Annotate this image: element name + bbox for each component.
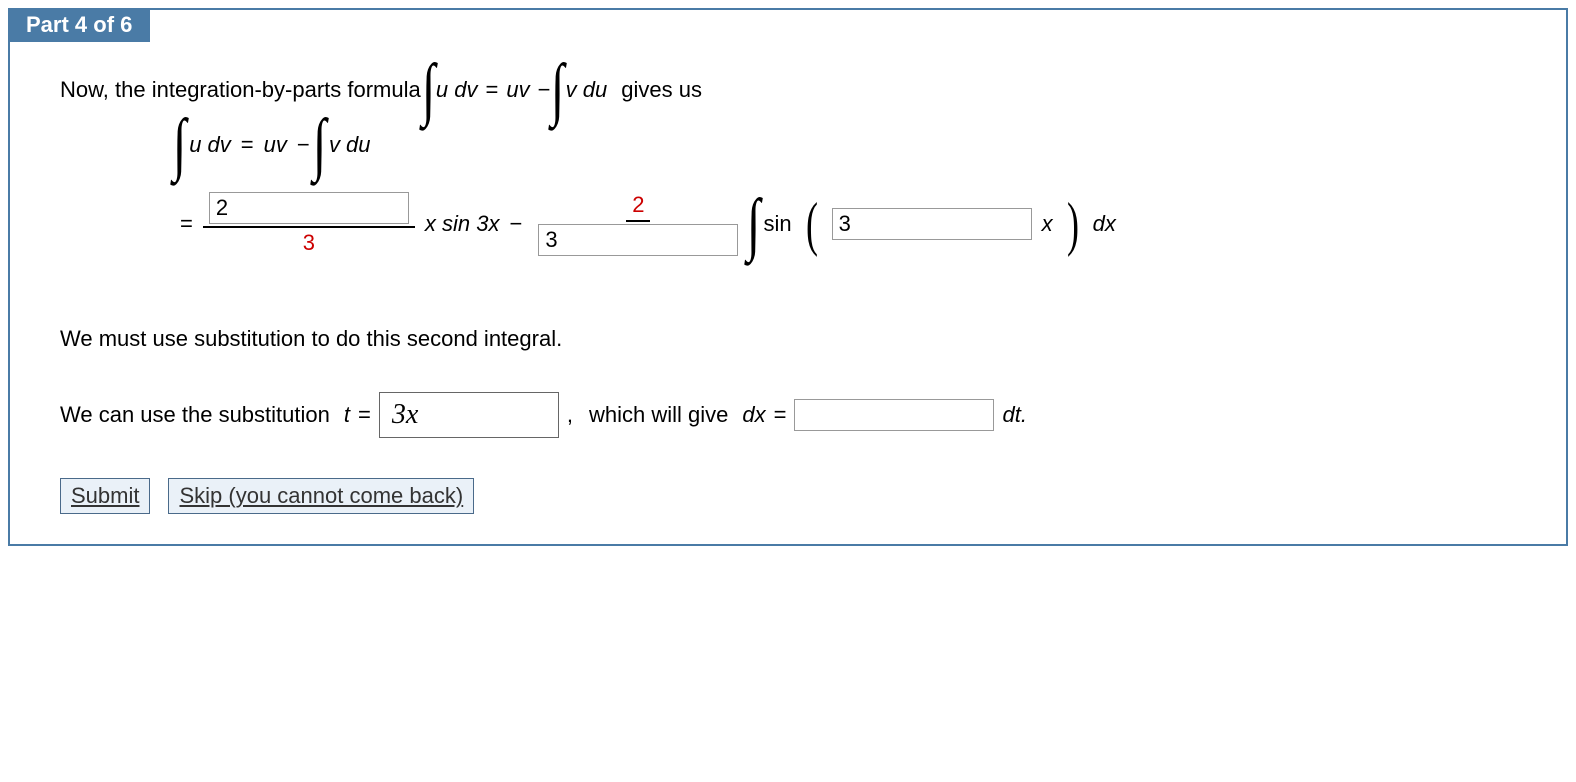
eq-sign: =: [180, 211, 193, 237]
substitution-line: We can use the substitution t = 3x , whi…: [60, 392, 1526, 438]
answer-input-dx[interactable]: [794, 399, 994, 431]
intro-minus: −: [538, 77, 551, 103]
question-content: Now, the integration-by-parts formula ∫ …: [10, 42, 1566, 544]
question-panel: Part 4 of 6 Now, the integration-by-part…: [8, 8, 1568, 546]
formula-udv: u dv: [189, 132, 231, 158]
sub-text-before: We can use the substitution: [60, 402, 330, 428]
fraction-2: 2: [532, 192, 744, 256]
formula-uv: uv: [264, 132, 287, 158]
formula-vdu: v du: [329, 132, 371, 158]
button-row: Submit Skip (you cannot come back): [60, 478, 1526, 514]
answer-input-3[interactable]: [832, 208, 1032, 240]
integral-icon: ∫: [747, 207, 760, 242]
fraction1-denom: 3: [297, 228, 321, 256]
intro-text-after: gives us: [621, 77, 702, 103]
equation-row: = 3 x sin 3x − 2 ∫ sin ( x ) dx: [180, 192, 1526, 256]
open-paren-icon: (: [806, 206, 818, 242]
integral-icon: ∫: [173, 127, 186, 162]
fraction2-num: 2: [626, 192, 650, 222]
sub-box-value: 3x: [392, 399, 418, 431]
answer-input-1[interactable]: [209, 192, 409, 224]
intro-vdu: v du: [566, 77, 608, 103]
t-var: t: [344, 402, 350, 428]
dx-text: dx: [1093, 211, 1116, 237]
skip-button[interactable]: Skip (you cannot come back): [168, 478, 474, 514]
sub-eq: =: [358, 402, 371, 428]
minus-sign: −: [509, 211, 522, 237]
intro-uv: uv: [506, 77, 529, 103]
integral-icon: ∫: [313, 127, 326, 162]
dx-var: dx: [742, 402, 765, 428]
fraction-1: 3: [203, 192, 415, 256]
dt-text: dt.: [1002, 402, 1026, 428]
submit-button[interactable]: Submit: [60, 478, 150, 514]
intro-text-before: Now, the integration-by-parts formula: [60, 77, 421, 103]
formula-minus: −: [297, 132, 310, 158]
substitution-text-1: We must use substitution to do this seco…: [60, 326, 1526, 352]
intro-line: Now, the integration-by-parts formula ∫ …: [60, 72, 1526, 107]
close-paren-icon: ): [1067, 206, 1079, 242]
integral-icon: ∫: [551, 72, 564, 107]
intro-udv: u dv: [436, 77, 478, 103]
formula-eq: =: [241, 132, 254, 158]
part-label: Part 4 of 6: [26, 12, 132, 37]
integral-icon: ∫: [422, 72, 435, 107]
part-header: Part 4 of 6: [8, 8, 150, 42]
sin-text: sin: [764, 211, 792, 237]
substitution-box[interactable]: 3x: [379, 392, 559, 438]
formula-row: ∫ u dv = uv − ∫ v du: [180, 127, 1526, 162]
sub-comma: ,: [567, 402, 573, 428]
x-sin-3x: x sin 3x: [425, 211, 500, 237]
sub-eq2: =: [774, 402, 787, 428]
intro-eq: =: [486, 77, 499, 103]
sub-text-mid: which will give: [589, 402, 728, 428]
x-text: x: [1042, 211, 1053, 237]
answer-input-2[interactable]: [538, 224, 738, 256]
